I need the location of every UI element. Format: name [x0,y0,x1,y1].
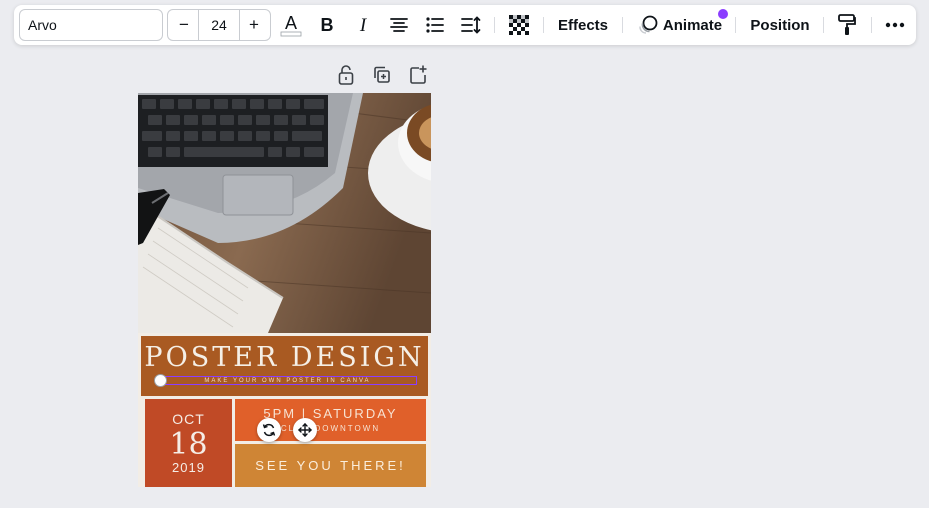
animate-icon [639,15,658,34]
bold-button[interactable]: B [314,9,340,41]
subtitle-selection-box[interactable]: MAKE YOUR OWN POSTER IN CANVA [158,376,417,385]
date-box[interactable]: OCT 18 2019 [145,399,232,487]
list-icon [426,17,444,33]
poster-canvas[interactable]: POSTER DESIGN MAKE YOUR OWN POSTER IN CA… [138,93,431,487]
duplicate-page-icon [374,66,390,83]
resize-handle[interactable] [154,374,167,387]
animate-button[interactable]: Animate [634,9,726,41]
position-label: Position [750,16,810,34]
toolbar-divider [823,17,824,33]
date-year[interactable]: 2019 [145,460,232,475]
add-page-button[interactable] [408,64,428,86]
transparency-icon [509,15,529,35]
editor-toolbar: Arvo − 24 + A B I Effects Animate Positi… [14,5,916,45]
add-page-icon [410,65,427,84]
font-size-control: − 24 + [167,9,271,41]
spacing-button[interactable] [458,9,484,41]
title-band[interactable]: POSTER DESIGN MAKE YOUR OWN POSTER IN CA… [141,336,428,396]
move-icon [298,423,312,437]
font-size-input[interactable]: 24 [198,10,240,40]
svg-text:I: I [359,16,368,34]
date-day[interactable]: 18 [145,427,232,462]
poster-photo[interactable] [138,93,431,333]
animate-label: Animate [662,16,723,34]
toolbar-divider [735,17,736,33]
more-icon [885,22,905,28]
align-center-icon [390,18,408,32]
rotate-button[interactable] [257,418,281,442]
poster-tagline[interactable]: SEE YOU THERE! [235,458,426,473]
more-options-button[interactable] [882,9,908,41]
svg-text:A: A [285,13,297,33]
effects-label: Effects [557,16,609,34]
rotate-icon [262,423,276,437]
toolbar-divider [543,17,544,33]
text-color-icon: A [280,13,302,37]
italic-icon: I [359,16,368,34]
animate-notification-dot [718,9,728,19]
copy-style-button[interactable] [834,9,860,41]
duplicate-page-button[interactable] [372,64,392,86]
font-size-increase-button[interactable]: + [239,10,269,40]
position-button[interactable]: Position [747,9,813,41]
laptop-coffee-photo [138,93,431,333]
paint-roller-icon [838,14,856,35]
lock-icon [338,65,354,85]
align-button[interactable] [386,9,412,41]
toolbar-divider [622,17,623,33]
effects-button[interactable]: Effects [552,9,614,41]
list-button[interactable] [422,9,448,41]
italic-button[interactable]: I [350,9,376,41]
transparency-button[interactable] [506,9,532,41]
date-month[interactable]: OCT [145,411,232,427]
tagline-box[interactable]: SEE YOU THERE! [235,444,426,487]
toolbar-divider [494,17,495,33]
svg-text:B: B [321,16,334,34]
move-button[interactable] [293,418,317,442]
lock-page-button[interactable] [336,64,356,86]
toolbar-divider [871,17,872,33]
poster-title[interactable]: POSTER DESIGN [141,342,428,373]
spacing-icon [461,16,481,34]
poster-subtitle[interactable]: MAKE YOUR OWN POSTER IN CANVA [159,377,416,385]
text-color-button[interactable]: A [278,9,304,41]
font-size-decrease-button[interactable]: − [169,10,199,40]
font-family-select[interactable]: Arvo [19,9,163,41]
bold-icon: B [321,16,334,34]
